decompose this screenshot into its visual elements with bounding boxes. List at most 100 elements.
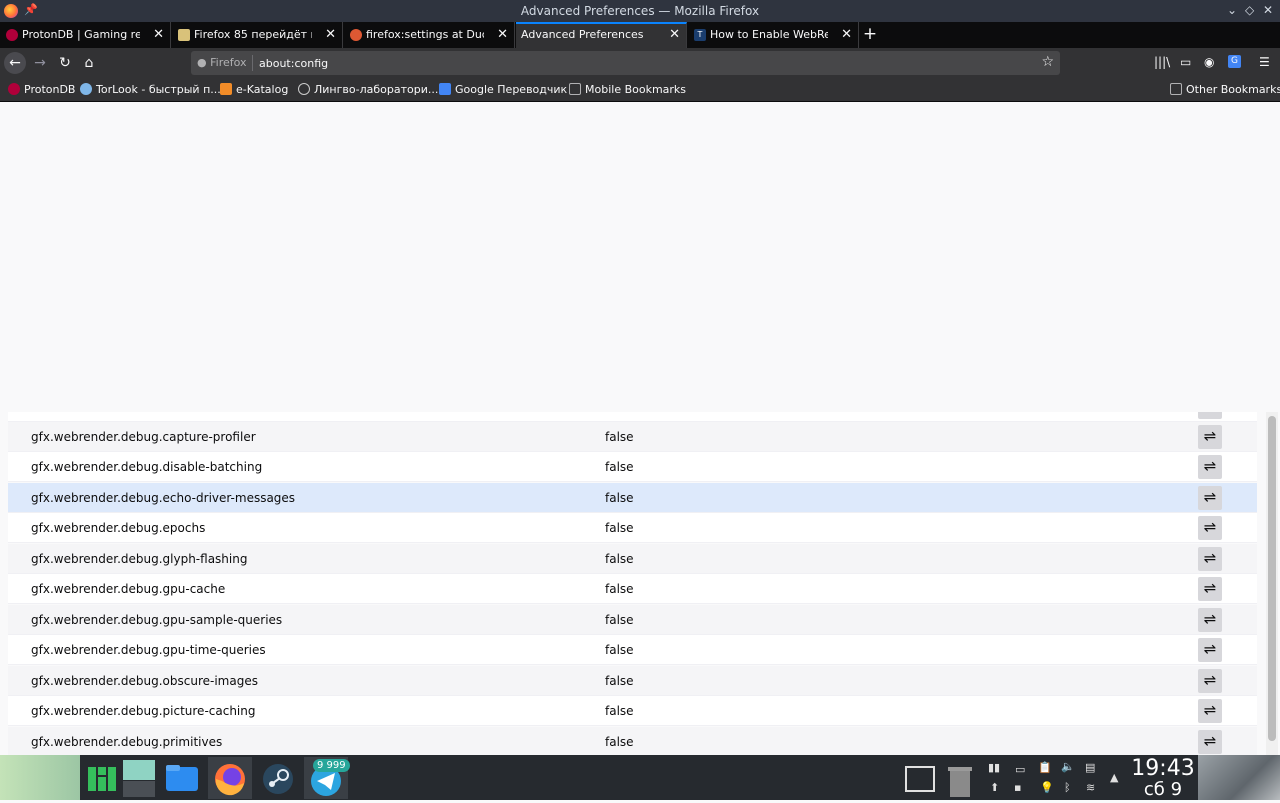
- pref-name: gfx.webrender.debug.epochs: [31, 521, 206, 535]
- steam-icon[interactable]: [256, 757, 300, 799]
- tab-label: How to Enable WebRender: [710, 28, 828, 41]
- minimize-icon[interactable]: ⌄: [1227, 3, 1237, 17]
- back-button[interactable]: ←: [4, 52, 26, 74]
- pref-row[interactable]: gfx.webrender.debug.picture-caching fals…: [8, 696, 1257, 726]
- other-bookmarks-label: Other Bookmarks: [1186, 83, 1280, 96]
- menu-icon[interactable]: ☰: [1259, 55, 1270, 69]
- toggle-button[interactable]: ⇌: [1198, 577, 1222, 601]
- nav-toolbar: ← → ↻ ⌂ ● Firefox ☆ |||\ ▭ ◉ G ☰: [0, 48, 1280, 78]
- toggle-button[interactable]: ⇌: [1198, 730, 1222, 754]
- translate-extension-icon[interactable]: G: [1228, 55, 1241, 68]
- folder-icon: [569, 83, 581, 95]
- pref-row-highlighted[interactable]: gfx.webrender.debug.echo-driver-messages…: [8, 483, 1257, 513]
- pref-row[interactable]: gfx.webrender.debug.disable-batching fal…: [8, 452, 1257, 482]
- protondb-icon: [6, 29, 18, 41]
- toggle-button[interactable]: ⇌: [1198, 699, 1222, 723]
- tab-firefox-85[interactable]: Firefox 85 перейдёт на EG ✕: [172, 22, 343, 48]
- url-input[interactable]: [259, 54, 1019, 72]
- ekatalog-icon: [220, 83, 232, 95]
- tab-protondb[interactable]: ProtonDB | Gaming report ✕: [0, 22, 171, 48]
- bookmark-google-translate[interactable]: Google Переводчик: [439, 83, 567, 96]
- bookmark-ekatalog[interactable]: e-Katalog: [220, 83, 288, 96]
- tab-label: firefox:settings at DuckDuckGo: [366, 28, 484, 41]
- bookmark-star-icon[interactable]: ☆: [1041, 54, 1054, 70]
- toggle-button[interactable]: [1198, 412, 1222, 419]
- pref-row[interactable]: gfx.webrender.debug.gpu-cache false ⇌: [8, 574, 1257, 604]
- page-thumbnail-icon: [178, 29, 190, 41]
- toggle-button[interactable]: ⇌: [1198, 455, 1222, 479]
- pref-value: false: [605, 643, 634, 657]
- close-tab-icon[interactable]: ✕: [497, 22, 508, 48]
- tab-advanced-preferences[interactable]: Advanced Preferences ✕: [516, 22, 687, 48]
- tray-expand-icon[interactable]: ▲: [1110, 771, 1118, 784]
- volume-tray-icon[interactable]: 🔈: [1061, 760, 1075, 773]
- other-bookmarks-folder[interactable]: Other Bookmarks: [1170, 83, 1280, 96]
- flag-us-tray-icon[interactable]: ▤: [1085, 761, 1095, 774]
- bookmark-lingvo[interactable]: Лингво-лаборатори...: [298, 83, 438, 96]
- scrollbar[interactable]: [1266, 412, 1278, 755]
- pref-row[interactable]: gfx.webrender.debug.primitives false ⇌: [8, 727, 1257, 755]
- pref-name: gfx.webrender.debug.obscure-images: [31, 674, 258, 688]
- terminal-tray-icon[interactable]: ▪: [1014, 781, 1021, 794]
- scrollbar-thumb[interactable]: [1268, 416, 1276, 741]
- toggle-button[interactable]: ⇌: [1198, 425, 1222, 449]
- tecmint-icon: T: [694, 29, 706, 41]
- bookmark-label: TorLook - быстрый п...: [96, 83, 221, 96]
- bookmark-torlook[interactable]: TorLook - быстрый п...: [80, 83, 221, 96]
- tab-label: Advanced Preferences: [521, 28, 644, 41]
- close-tab-icon[interactable]: ✕: [841, 22, 852, 48]
- tab-duckduckgo[interactable]: firefox:settings at DuckDuckGo ✕: [344, 22, 515, 48]
- trash-icon[interactable]: [938, 757, 982, 799]
- url-bar[interactable]: ● Firefox ☆: [191, 51, 1060, 75]
- close-tab-icon[interactable]: ✕: [669, 24, 680, 46]
- pref-value: false: [605, 491, 634, 505]
- bulb-tray-icon[interactable]: 💡: [1040, 781, 1054, 794]
- forward-button[interactable]: →: [29, 52, 51, 74]
- maximize-icon[interactable]: ◇: [1245, 3, 1254, 17]
- bookmarks-toolbar: ProtonDB TorLook - быстрый п... e-Katalo…: [0, 78, 1280, 102]
- close-tab-icon[interactable]: ✕: [153, 22, 164, 48]
- pref-row[interactable]: gfx.webrender.debug.obscure-images false…: [8, 666, 1257, 696]
- pref-value: false: [605, 430, 634, 444]
- new-tab-button[interactable]: +: [860, 22, 880, 48]
- toggle-button[interactable]: ⇌: [1198, 516, 1222, 540]
- toggle-button[interactable]: ⇌: [1198, 608, 1222, 632]
- toggle-button[interactable]: ⇌: [1198, 638, 1222, 662]
- library-icon[interactable]: |||\: [1154, 55, 1170, 69]
- identity-label[interactable]: ● Firefox: [197, 56, 247, 69]
- wifi-tray-icon[interactable]: ≋: [1086, 781, 1095, 794]
- clipboard-tray-icon[interactable]: 📋: [1038, 761, 1052, 774]
- pref-row[interactable]: gfx.webrender.debug.glyph-flashing false…: [8, 544, 1257, 574]
- close-window-icon[interactable]: ✕: [1263, 3, 1273, 17]
- bookmark-mobile-folder[interactable]: Mobile Bookmarks: [569, 83, 686, 96]
- tab-webrender-howto[interactable]: T How to Enable WebRender ✕: [688, 22, 859, 48]
- files-icon[interactable]: [160, 757, 204, 799]
- bluetooth-tray-icon[interactable]: ᛒ: [1064, 781, 1071, 794]
- pref-name: gfx.webrender.debug.glyph-flashing: [31, 552, 248, 566]
- home-button[interactable]: ⌂: [78, 52, 100, 74]
- toggle-button[interactable]: ⇌: [1198, 547, 1222, 571]
- bookmark-protondb[interactable]: ProtonDB: [8, 83, 75, 96]
- firefox-icon[interactable]: [208, 757, 252, 799]
- pref-value: false: [605, 552, 634, 566]
- pref-name: gfx.webrender.debug.gpu-sample-queries: [31, 613, 283, 627]
- update-tray-icon[interactable]: ⬆: [990, 781, 999, 794]
- toggle-button[interactable]: ⇌: [1198, 669, 1222, 693]
- battery-tray-icon[interactable]: ▭: [1015, 763, 1025, 776]
- desktop-icon[interactable]: [118, 757, 162, 799]
- toggle-button[interactable]: ⇌: [1198, 486, 1222, 510]
- clock[interactable]: 19:43 сб 9: [1128, 757, 1198, 799]
- pref-name: gfx.webrender.debug.gpu-cache: [31, 582, 226, 596]
- bookmark-label: Лингво-лаборатори...: [314, 83, 439, 96]
- pref-row[interactable]: gfx.webrender.debug.capture-profiler fal…: [8, 422, 1257, 452]
- pref-row[interactable]: gfx.webrender.debug.gpu-time-queries fal…: [8, 635, 1257, 665]
- close-tab-icon[interactable]: ✕: [325, 22, 336, 48]
- folder-icon: [1170, 83, 1182, 95]
- sidebar-icon[interactable]: ▭: [1180, 55, 1191, 69]
- pref-row[interactable]: gfx.webrender.debug.gpu-sample-queries f…: [8, 605, 1257, 635]
- account-icon[interactable]: ◉: [1204, 55, 1214, 69]
- show-desktop-icon[interactable]: [898, 757, 942, 799]
- grid-tray-icon[interactable]: ▮▮: [988, 761, 1000, 774]
- reload-button[interactable]: ↻: [54, 52, 76, 74]
- pref-row[interactable]: gfx.webrender.debug.epochs false ⇌: [8, 513, 1257, 543]
